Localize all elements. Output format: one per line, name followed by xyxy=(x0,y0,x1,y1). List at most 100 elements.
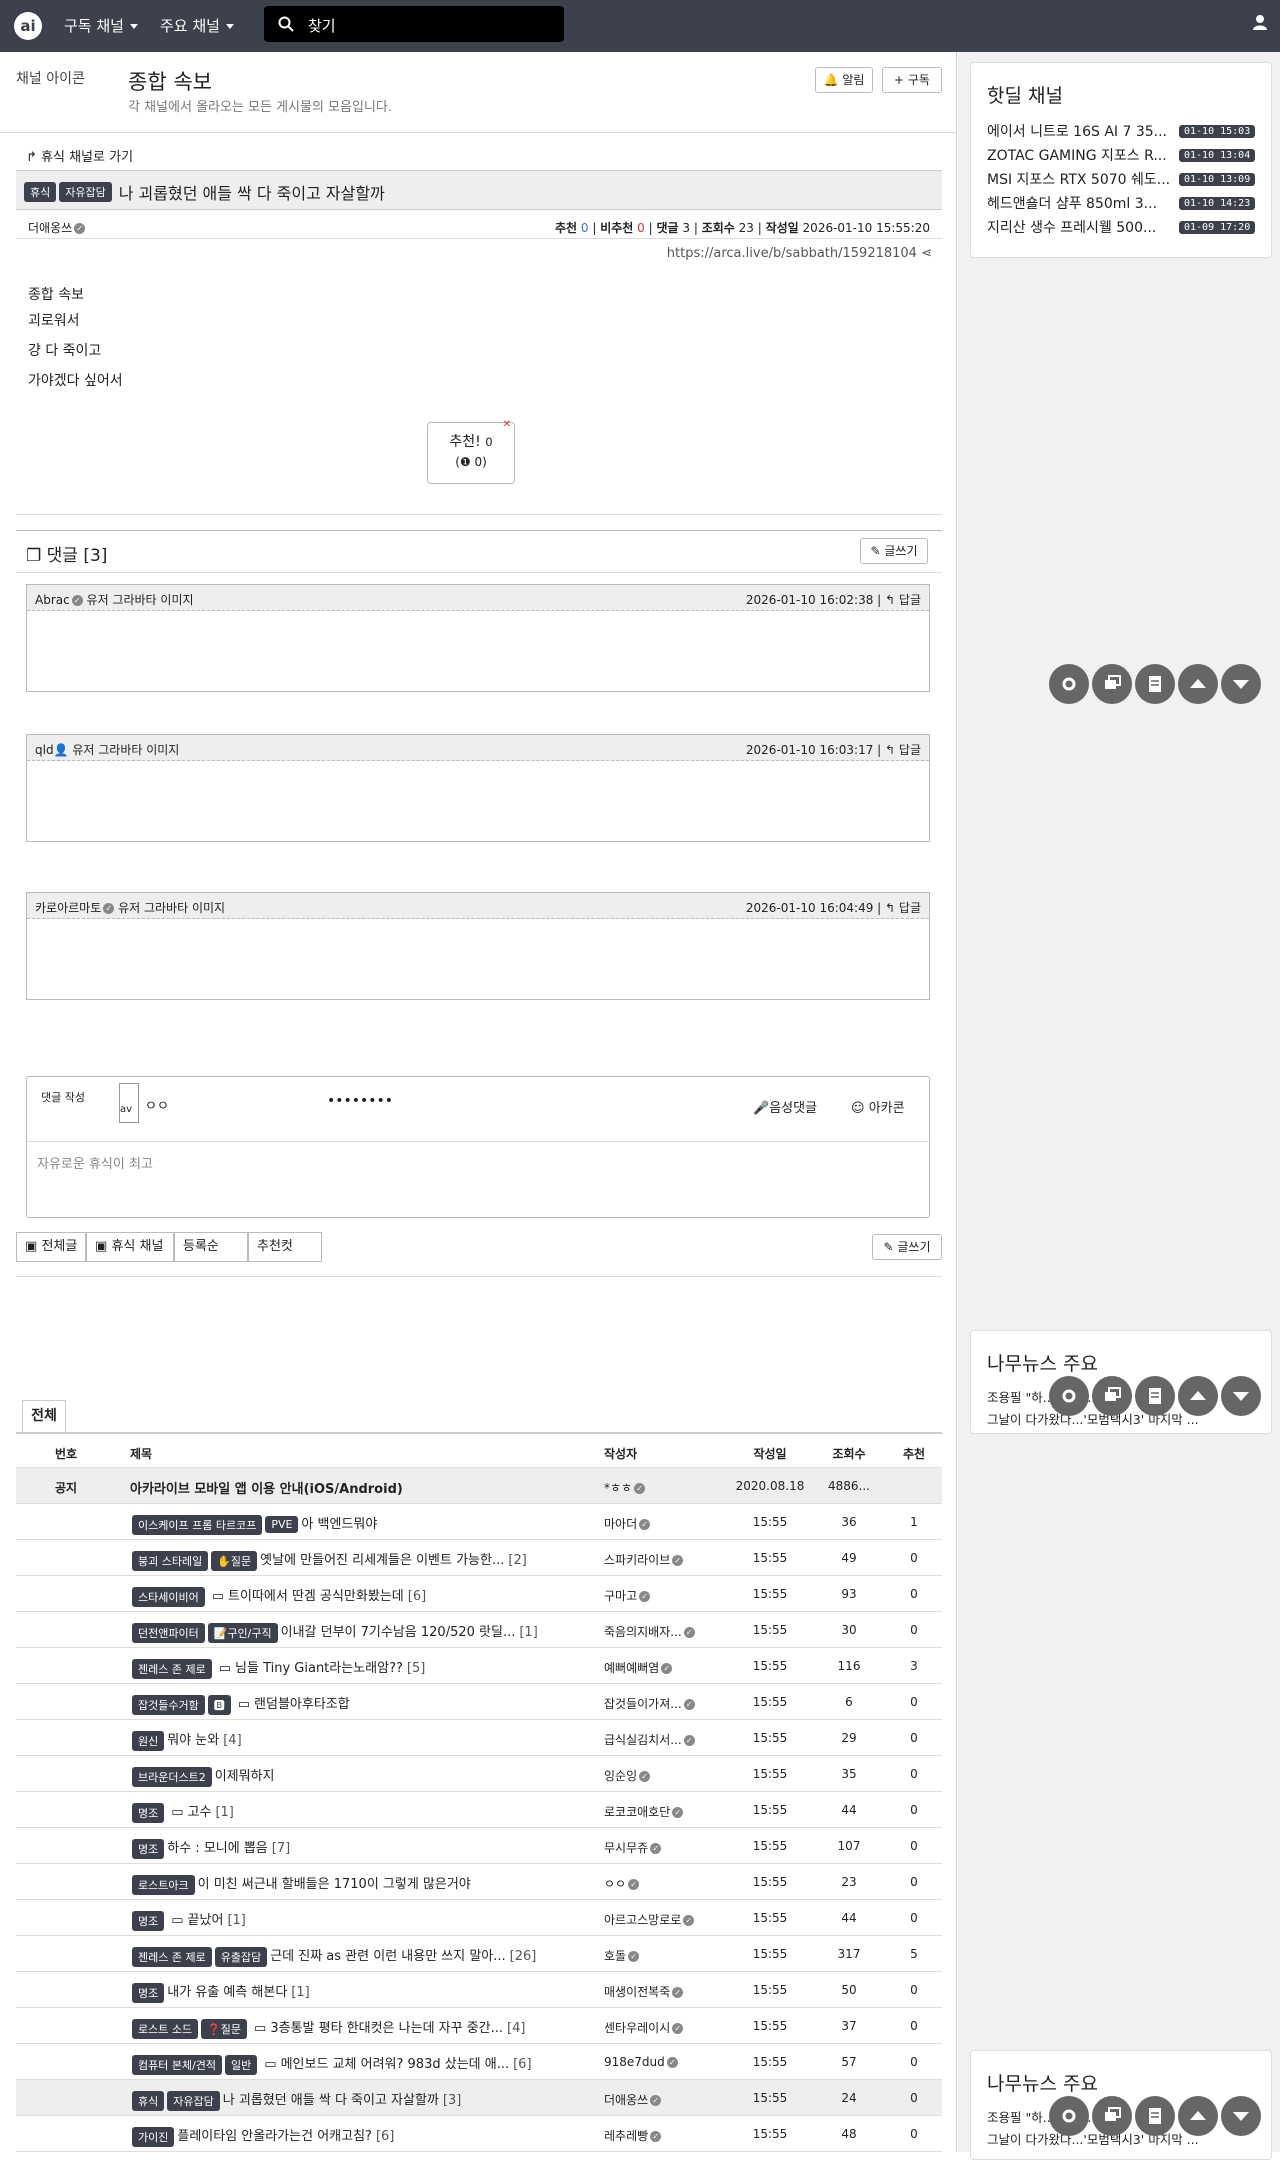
table-row[interactable]: 이스케이프 프롬 타르코프 PVE 아 백엔드뭐야 마아더 ✓ 15:55 36 1 xyxy=(16,1504,942,1540)
hotdeal-item[interactable]: 에이서 니트로 16S AI 7 35... 01-10 15:03 xyxy=(987,121,1277,141)
category-badge[interactable]: 컴퓨터 본체/견적 xyxy=(132,2054,223,2075)
category-badge[interactable]: 휴식 xyxy=(24,182,57,202)
table-row[interactable]: 붕괴 스타레일 ✋질문 옛날에 만들어진 리세계들은 이벤트 가능한... [2] 스파… xyxy=(16,1540,942,1576)
table-row[interactable]: 휴식 자유잡담 나 괴롭혔던 애들 싹 다 죽이고 자살할까 [3] 더애옹쓰 ✓ 15:5… xyxy=(16,2080,942,2116)
row-title[interactable]: 로스트아크 이 미친 써근내 할배들은 1710이 그렇게 많은거야 xyxy=(132,1873,606,1895)
voice-comment-button[interactable]: 🎤음성댓글 xyxy=(753,1097,817,1116)
arrow-up-fab[interactable] xyxy=(1178,1376,1218,1416)
category-badge[interactable]: 명조 xyxy=(132,1910,165,1931)
comment-textarea[interactable]: 자유로운 휴식이 최고 xyxy=(37,1153,153,1172)
row-title[interactable]: 잡것들수거함 🅱 ▭ 랜덤블아후타조합 xyxy=(132,1693,606,1715)
nickname-input[interactable]: ㅇㅇ xyxy=(145,1095,169,1114)
list-fab[interactable] xyxy=(1135,2096,1175,2136)
row-author[interactable]: 잡것들이가져... ✓ xyxy=(604,1695,714,1712)
table-row[interactable]: 젠레스 존 제로 유출잡담 근데 진짜 as 관련 이런 내용만 쓰지 말아...[… xyxy=(16,1936,942,1972)
table-row[interactable]: 로스트아크 이 미친 써근내 할배들은 1710이 그렇게 많은거야 ㅇㅇ ✓ 15:5… xyxy=(16,1864,942,1900)
filter-all-button[interactable]: ▣ 전체글 xyxy=(16,1232,86,1262)
close-icon[interactable]: ✕ xyxy=(503,419,511,430)
category-badge[interactable]: 자유잡담 xyxy=(167,2090,220,2111)
row-author[interactable]: 잉순잉 ✓ xyxy=(604,1767,714,1784)
table-row[interactable]: 명조 하수 : 모니에 뽑음 [7] 무시무쥬 ✓ 15:55 107 0 xyxy=(16,1828,942,1864)
best-cut-select[interactable]: 추천컷 xyxy=(248,1232,322,1262)
category-badge[interactable]: ✋질문 xyxy=(211,1550,258,1571)
table-row[interactable]: 명조 ▭ 끝났어 [1] 아르고스망로로 ✓ 15:55 44 0 xyxy=(16,1900,942,1936)
comment-author[interactable]: Abrac ✓ 유저 그라바타 이미지 xyxy=(35,591,194,608)
arrow-up-fab[interactable] xyxy=(1178,2096,1218,2136)
row-author[interactable]: 예뻐예뻐염 ✓ xyxy=(604,1659,714,1676)
row-author[interactable]: 호돌 ✓ xyxy=(604,1947,714,1964)
main-channels-menu[interactable]: 주요 채널 xyxy=(160,15,234,36)
table-row[interactable]: 잡것들수거함 🅱 ▭ 랜덤블아후타조합 잡것들이가져... ✓ 15:55 6 0 xyxy=(16,1684,942,1720)
row-title[interactable]: 명조 ▭ 고수 [1] xyxy=(132,1801,606,1823)
password-input[interactable]: •••••••• xyxy=(327,1093,393,1109)
share-icon[interactable]: ⋖ xyxy=(921,246,932,261)
hotdeal-item[interactable]: 헤드앤숄더 샴푸 850ml 3... 01-10 14:23 xyxy=(987,193,1277,213)
search-input[interactable]: 찾기 xyxy=(264,6,564,42)
table-row[interactable]: 스타세이비어 ▭ 트이따에서 딴겜 공식만화봤는데 [6] 구마고 ✓ 15:55 93 0 xyxy=(16,1576,942,1612)
reply-button[interactable]: ↰ 답글 xyxy=(885,743,921,757)
category-badge[interactable]: 젠레스 존 제로 xyxy=(132,1658,212,1679)
widget-title[interactable]: 핫딜 채널 xyxy=(987,81,1063,108)
category-badge[interactable]: 명조 xyxy=(132,1802,165,1823)
table-row[interactable]: 원신 뭐야 눈와 [4] 급식실김치서... ✓ 15:55 29 0 xyxy=(16,1720,942,1756)
comment-author[interactable]: 카로아르마토 ✓ 유저 그라바타 이미지 xyxy=(35,899,225,916)
row-title[interactable]: 명조 내가 유출 예측 해본다 [1] xyxy=(132,1981,606,2003)
list-fab[interactable] xyxy=(1135,1376,1175,1416)
arrow-down-fab[interactable] xyxy=(1221,1376,1261,1416)
category-badge[interactable]: 이스케이프 프롬 타르코프 xyxy=(132,1514,263,1535)
category-badge[interactable]: ❓질문 xyxy=(201,2018,248,2039)
row-title[interactable]: 던전앤파이터 📝구인/구직 이내갈 던부이 7기수남음 120/520 랏딜...[… xyxy=(132,1621,606,1643)
write-button[interactable]: ✎ 글쓰기 xyxy=(872,1234,942,1260)
write-button[interactable]: ✎ 글쓰기 xyxy=(860,538,928,564)
upvote-button[interactable]: ✕ 추천! 0 (❶ 0) xyxy=(427,419,515,484)
windows-fab[interactable] xyxy=(1092,2096,1132,2136)
user-icon[interactable] xyxy=(1252,14,1268,30)
row-title[interactable]: 젠레스 존 제로 ▭ 님들 Tiny Giant라는노래암?? [5] xyxy=(132,1657,606,1679)
site-logo[interactable]: ai xyxy=(14,12,42,40)
table-row[interactable]: 가이진 플레이타임 안올라가는건 어캐고침? [6] 레추레빵 ✓ 15:55 48 0 xyxy=(16,2116,942,2152)
category-badge[interactable]: 잡것들수거함 xyxy=(132,1694,205,1715)
post-author[interactable]: 더애옹쓰 ✓ xyxy=(28,219,86,236)
table-row[interactable]: 로스트 소드 ❓질문 ▭ 3층통발 평타 한대컷은 나는데 자꾸 중간... [4] 센타… xyxy=(16,2008,942,2044)
row-title[interactable]: 붕괴 스타레일 ✋질문 옛날에 만들어진 리세계들은 이벤트 가능한... [2] xyxy=(132,1549,606,1571)
comment-author[interactable]: qld👤 유저 그라바타 이미지 xyxy=(35,741,179,758)
hotdeal-item[interactable]: MSI 지포스 RTX 5070 쉐도... 01-10 13:09 xyxy=(987,169,1277,189)
arcacon-button[interactable]: ☺ 아카콘 xyxy=(851,1097,905,1116)
category-badge[interactable]: 자유잡담 xyxy=(59,182,112,202)
category-badge[interactable]: 로스트아크 xyxy=(132,1874,195,1895)
settings-fab[interactable] xyxy=(1049,2096,1089,2136)
category-badge[interactable]: 로스트 소드 xyxy=(132,2018,199,2039)
table-row[interactable]: 명조 ▭ 고수 [1] 로코코애호단 ✓ 15:55 44 0 xyxy=(16,1792,942,1828)
windows-fab[interactable] xyxy=(1092,1376,1132,1416)
category-badge[interactable]: 명조 xyxy=(132,1838,165,1859)
reply-button[interactable]: ↰ 답글 xyxy=(885,593,921,607)
row-author[interactable]: 더애옹쓰 ✓ xyxy=(604,2091,714,2108)
settings-fab[interactable] xyxy=(1049,664,1089,704)
category-badge[interactable]: 명조 xyxy=(132,1982,165,2003)
row-author[interactable]: 매생이전복죽 ✓ xyxy=(604,1983,714,2000)
row-author[interactable]: 무시무쥬 ✓ xyxy=(604,1839,714,1856)
category-badge[interactable]: 스타세이비어 xyxy=(132,1586,205,1607)
subscribe-button[interactable]: + 구독 xyxy=(882,67,942,93)
category-badge[interactable]: 🅱 xyxy=(207,1694,231,1715)
row-title[interactable]: 명조 하수 : 모니에 뽑음 [7] xyxy=(132,1837,606,1859)
category-badge[interactable]: 일반 xyxy=(225,2054,258,2075)
arrow-up-fab[interactable] xyxy=(1178,664,1218,704)
category-badge[interactable]: 📝구인/구직 xyxy=(207,1622,278,1643)
back-to-channel-link[interactable]: ↱ 휴식 채널로 가기 xyxy=(26,146,133,165)
row-author[interactable]: 죽음의지배자... ✓ xyxy=(604,1623,714,1640)
table-row[interactable]: 브라운더스트2 이제뭐하지 잉순잉 ✓ 15:55 35 0 xyxy=(16,1756,942,1792)
row-title[interactable]: 휴식 자유잡담 나 괴롭혔던 애들 싹 다 죽이고 자살할까 [3] xyxy=(132,2089,606,2111)
row-author[interactable]: 로코코애호단 ✓ xyxy=(604,1803,714,1820)
table-row[interactable]: 던전앤파이터 📝구인/구직 이내갈 던부이 7기수남음 120/520 랏딜...[… xyxy=(16,1612,942,1648)
row-title[interactable]: 가이진 플레이타임 안올라가는건 어캐고침? [6] xyxy=(132,2125,606,2147)
table-row[interactable]: 젠레스 존 제로 ▭ 님들 Tiny Giant라는노래암?? [5] 예뻐예뻐염 ✓ 15… xyxy=(16,1648,942,1684)
category-badge[interactable]: 휴식 xyxy=(132,2090,165,2111)
row-author[interactable]: 급식실김치서... ✓ xyxy=(604,1731,714,1748)
channel-title[interactable]: 종합 속보 xyxy=(128,66,212,96)
category-badge[interactable]: 가이진 xyxy=(132,2126,175,2147)
table-row[interactable]: 컴퓨터 본체/견적 일반 ▭ 메인보드 교체 어려워? 983d 샀는데 애... [6… xyxy=(16,2044,942,2080)
category-badge[interactable]: PVE xyxy=(265,1516,299,1533)
row-author[interactable]: 아르고스망로로 ✓ xyxy=(604,1911,714,1928)
notice-row[interactable]: 공지 아카라이브 모바일 앱 이용 안내(iOS/Android) *ㅎㅎ ✓ 2… xyxy=(16,1468,942,1504)
